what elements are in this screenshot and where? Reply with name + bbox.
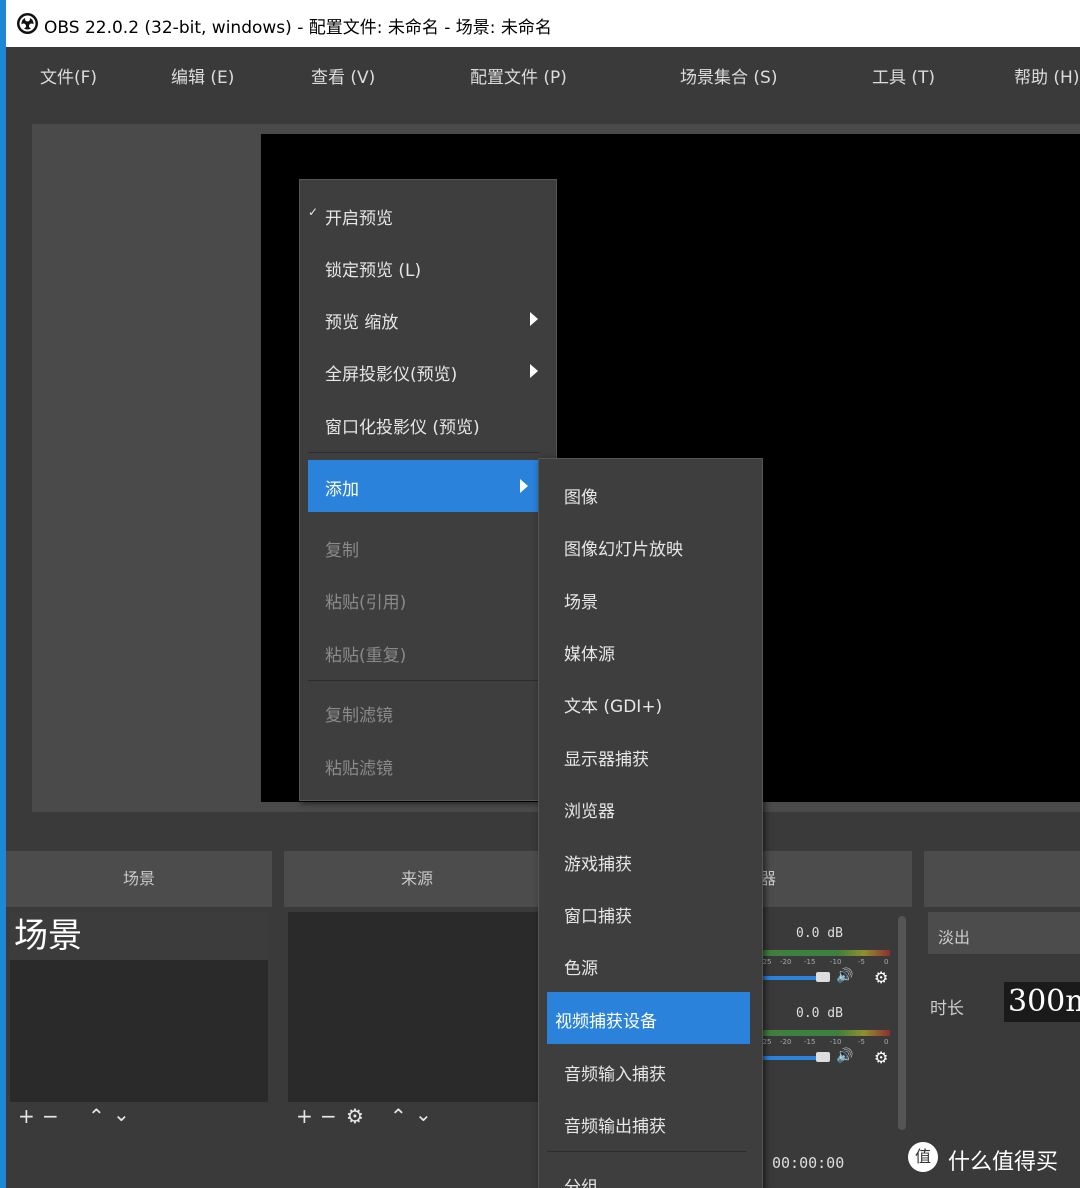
transitions-dock: 淡出 时长 300ms (924, 912, 1080, 1134)
scenes-list[interactable]: 场景 (10, 912, 268, 1102)
submenu-item-text-gdi[interactable]: 文本 (GDI+) (539, 680, 762, 726)
menu-profile[interactable]: 配置文件 (P) (470, 63, 567, 88)
menu-item-copy-filters[interactable]: 复制滤镜 (300, 689, 556, 735)
sources-dock: + − ⚙ ⌃ ⌄ (288, 912, 546, 1134)
sources-toolbar: + − ⚙ ⌃ ⌄ (288, 1102, 546, 1134)
meter-tick: -20 (780, 1038, 792, 1046)
submenu-item-audio-output-capture[interactable]: 音频输出捕获 (539, 1100, 762, 1146)
menu-item-preview-scale[interactable]: 预览 缩放 (300, 296, 556, 342)
transition-type: 淡出 (938, 928, 971, 947)
remove-scene-icon[interactable]: − (42, 1104, 59, 1128)
add-source-icon[interactable]: + (296, 1104, 313, 1128)
watermark-logo: 值 (908, 1142, 938, 1172)
add-source-submenu: 图像 图像幻灯片放映 场景 媒体源 文本 (GDI+) 显示器捕获 浏览器 游戏… (538, 458, 763, 1188)
submenu-item-video-capture-device[interactable]: 视频捕获设备 (547, 992, 750, 1044)
source-properties-gear-icon[interactable]: ⚙ (346, 1104, 364, 1128)
meter-tick: 0 (884, 1038, 889, 1046)
menu-separator (308, 680, 540, 681)
menu-view[interactable]: 查看 (V) (311, 63, 375, 88)
window-title: OBS 22.0.2 (32-bit, windows) - 配置文件: 未命名… (44, 18, 552, 38)
title-bar: OBS 22.0.2 (32-bit, windows) - 配置文件: 未命名… (6, 0, 1080, 47)
submenu-item-scene[interactable]: 场景 (539, 576, 762, 622)
meter-bar-1 (760, 950, 890, 956)
duration-field[interactable]: 300ms (1004, 982, 1080, 1022)
menu-bar: 文件(F) 编辑 (E) 查看 (V) 配置文件 (P) 场景集合 (S) 工具… (6, 47, 1080, 99)
menu-tools[interactable]: 工具 (T) (872, 63, 935, 88)
volume-slider-handle-1[interactable] (816, 972, 830, 982)
menu-file[interactable]: 文件(F) (40, 63, 97, 88)
meter-bar-2 (760, 1030, 890, 1036)
speaker-icon[interactable]: 🔊 (836, 1048, 853, 1064)
add-scene-icon[interactable]: + (18, 1104, 35, 1128)
menu-item-windowed-projector[interactable]: 窗口化投影仪 (预览) (300, 401, 556, 447)
speaker-icon[interactable]: 🔊 (836, 968, 853, 984)
menu-item-lock-preview[interactable]: 锁定预览 (L) (300, 244, 556, 290)
menu-item-paste-filters[interactable]: 粘贴滤镜 (300, 742, 556, 788)
meter-tick: -15 (804, 958, 816, 966)
meter-tick: -5 (858, 1038, 865, 1046)
obs-window: OBS 22.0.2 (32-bit, windows) - 配置文件: 未命名… (6, 0, 1080, 1188)
remove-source-icon[interactable]: − (320, 1104, 337, 1128)
source-up-icon[interactable]: ⌃ (390, 1104, 407, 1128)
scenes-dock-title: 场景 (6, 851, 272, 907)
submenu-arrow-icon (530, 364, 538, 378)
menu-help[interactable]: 帮助 (H) (1014, 63, 1079, 88)
meter-tick: -10 (830, 1038, 842, 1046)
menu-separator (308, 452, 540, 453)
obs-logo-icon (17, 13, 38, 34)
duration-label: 时长 (930, 999, 964, 1019)
menu-item-copy[interactable]: 复制 (300, 524, 556, 570)
submenu-item-display-capture[interactable]: 显示器捕获 (539, 733, 762, 779)
watermark: 值 什么值得买 (908, 1140, 1078, 1180)
mixer-gear-icon[interactable]: ⚙ (874, 968, 888, 987)
meter-tick: -15 (804, 1038, 816, 1046)
menu-item-paste-reference[interactable]: 粘贴(引用) (300, 576, 556, 622)
submenu-item-image[interactable]: 图像 (539, 471, 762, 517)
meter-tick: -10 (830, 958, 842, 966)
menu-item-paste-duplicate[interactable]: 粘贴(重复) (300, 629, 556, 675)
preview-context-menu: ✓ 开启预览 锁定预览 (L) 预览 缩放 全屏投影仪(预览) 窗口化投影仪 (预… (299, 179, 557, 801)
meter-tick: -5 (858, 958, 865, 966)
menu-edit[interactable]: 编辑 (E) (171, 63, 234, 88)
mixer-gear-icon[interactable]: ⚙ (874, 1048, 888, 1067)
mixer-scrollbar[interactable] (898, 916, 906, 1130)
meter-tick: 0 (884, 958, 889, 966)
mixer-db-2: 0.0 dB (796, 1006, 843, 1021)
submenu-item-media-source[interactable]: 媒体源 (539, 628, 762, 674)
scenes-toolbar: + − ⌃ ⌄ (10, 1102, 268, 1134)
scene-item[interactable]: 场景 (10, 912, 268, 960)
source-down-icon[interactable]: ⌄ (415, 1102, 432, 1126)
submenu-arrow-icon (520, 479, 528, 493)
scene-item-label: 场景 (14, 916, 82, 956)
submenu-item-group[interactable]: 分组 (539, 1161, 762, 1188)
sources-list[interactable] (288, 912, 546, 1102)
menu-separator (547, 1151, 746, 1152)
transitions-dock-title (924, 851, 1080, 907)
menu-item-fullscreen-projector[interactable]: 全屏投影仪(预览) (300, 348, 556, 394)
scenes-dock: 场景 + − ⌃ ⌄ (10, 912, 268, 1134)
meter-tick: -20 (780, 958, 792, 966)
mixer-db-1: 0.0 dB (796, 926, 843, 941)
transition-select[interactable]: 淡出 (928, 912, 1080, 954)
submenu-item-color-source[interactable]: 色源 (539, 942, 762, 988)
submenu-item-image-slideshow[interactable]: 图像幻灯片放映 (539, 523, 762, 569)
submenu-item-browser[interactable]: 浏览器 (539, 785, 762, 831)
checkmark-icon: ✓ (308, 205, 319, 219)
menu-scene-collection[interactable]: 场景集合 (S) (680, 63, 777, 88)
meter-ticks-2: -25 -20 -15 -10 -5 0 (760, 1038, 890, 1048)
volume-slider-handle-2[interactable] (816, 1052, 830, 1062)
submenu-item-game-capture[interactable]: 游戏捕获 (539, 838, 762, 884)
scene-up-icon[interactable]: ⌃ (88, 1104, 105, 1128)
scene-down-icon[interactable]: ⌄ (113, 1102, 130, 1126)
submenu-item-audio-input-capture[interactable]: 音频输入捕获 (539, 1048, 762, 1094)
submenu-arrow-icon (530, 312, 538, 326)
sources-dock-title: 来源 (284, 851, 550, 907)
menu-item-add[interactable]: 添加 (308, 460, 538, 512)
watermark-text: 什么值得买 (948, 1150, 1059, 1175)
meter-ticks-1: -25 -20 -15 -10 -5 0 (760, 958, 890, 968)
submenu-item-window-capture[interactable]: 窗口捕获 (539, 890, 762, 936)
menu-item-enable-preview[interactable]: ✓ 开启预览 (300, 192, 556, 238)
duration-value: 300ms (1008, 984, 1080, 1019)
timecode: 00:00:00 (772, 1154, 845, 1172)
